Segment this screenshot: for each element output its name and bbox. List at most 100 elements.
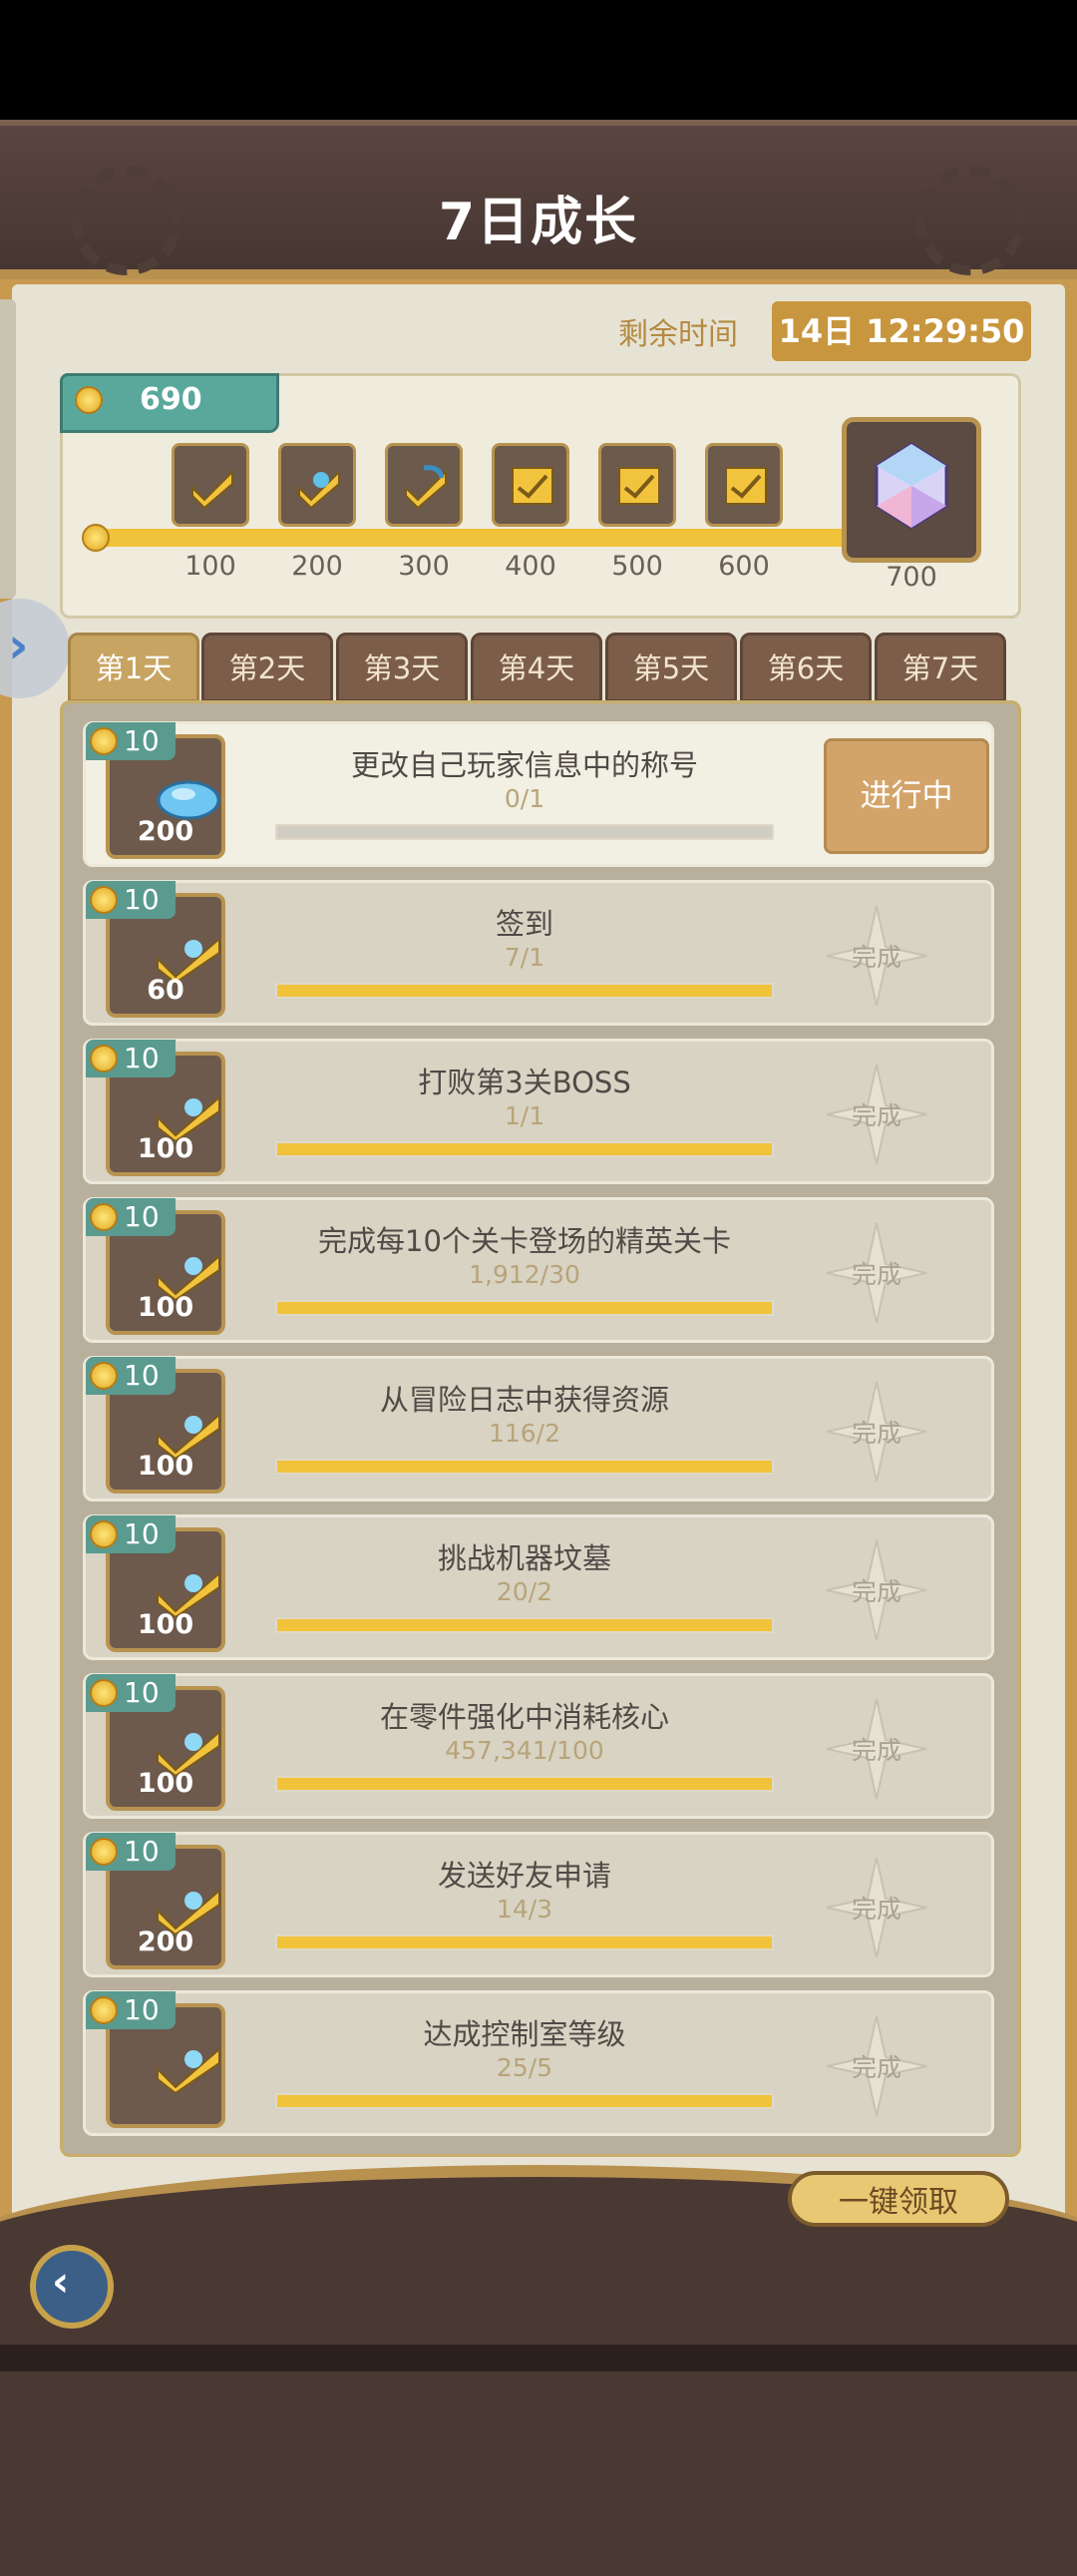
milestone-reward-6[interactable]	[705, 443, 783, 527]
task-reward-amount: 100	[137, 1609, 194, 1640]
points-badge: 10	[86, 1833, 176, 1871]
task-row: 10 100 在零件强化中消耗核心 457,341/100 完成	[83, 1673, 994, 1819]
points-badge: 10	[86, 1674, 176, 1712]
task-progress-bar	[275, 1300, 774, 1316]
task-reward-amount: 100	[137, 1133, 194, 1164]
completed-label: 完成	[851, 943, 901, 972]
task-name: 从冒险日志中获得资源	[379, 1383, 669, 1417]
task-row: 10 200 更改自己玩家信息中的称号 0/1 进行中	[83, 721, 994, 867]
coin-icon	[90, 1520, 118, 1548]
task-points: 10	[124, 1042, 160, 1074]
completed-label: 完成	[851, 1101, 901, 1130]
task-reward-amount: 200	[137, 1927, 194, 1957]
task-name: 挑战机器坟墓	[437, 1541, 611, 1575]
coin-icon	[90, 886, 118, 914]
task-row: 10 100 完成每10个关卡登场的精英关卡 1,912/30 完成	[83, 1197, 994, 1343]
points-badge: 10	[86, 881, 176, 919]
milestone-label: 400	[505, 551, 556, 582]
milestone-label: 300	[398, 551, 450, 582]
task-progress-text: 116/2	[488, 1419, 561, 1448]
task-progress-bar	[275, 1459, 774, 1475]
task-reward-amount: 100	[137, 1292, 194, 1323]
coin-icon	[82, 524, 110, 552]
task-progress-text: 0/1	[504, 784, 545, 813]
task-row: 10 200 发送好友申请 14/3 完成	[83, 1832, 994, 1977]
page-title: 7日成长	[438, 193, 639, 252]
task-name: 在零件强化中消耗核心	[379, 1700, 669, 1734]
coin-icon	[90, 1996, 118, 2024]
task-progress-bar	[275, 983, 774, 999]
task-progress-bar	[275, 1934, 774, 1950]
completed-label: 完成	[851, 1577, 901, 1606]
status-bar-area	[0, 0, 1077, 120]
task-progress-bar	[275, 2093, 774, 2109]
coin-icon	[90, 1679, 118, 1707]
task-list[interactable]: 10 200 更改自己玩家信息中的称号 0/1 进行中 10 60 签到 7/1…	[60, 700, 1021, 2157]
points-badge: 10	[86, 1040, 176, 1077]
chevron-right-icon[interactable]: ›	[8, 617, 29, 674]
completed-label: 完成	[851, 1419, 901, 1448]
milestone-reward-1[interactable]	[172, 443, 249, 527]
points-progress-bar	[94, 529, 852, 547]
final-milestone-label: 700	[886, 562, 937, 593]
ticket-icon	[512, 467, 553, 505]
milestone-reward-4[interactable]	[492, 443, 569, 527]
back-button[interactable]	[30, 2245, 114, 2329]
crystal-icon	[875, 442, 948, 530]
tab-day-7[interactable]: 第7天	[875, 633, 1006, 702]
tab-day-5[interactable]: 第5天	[605, 633, 737, 702]
tab-day-3[interactable]: 第3天	[336, 633, 468, 702]
task-progress-text: 25/5	[496, 2053, 553, 2082]
points-badge: 10	[86, 722, 176, 760]
in-progress-button[interactable]: 进行中	[824, 738, 989, 854]
milestone-label: 500	[611, 551, 663, 582]
tab-day-4[interactable]: 第4天	[471, 633, 602, 702]
tab-day-2[interactable]: 第2天	[201, 633, 333, 702]
task-name: 签到	[495, 907, 553, 941]
task-progress-bar	[275, 1617, 774, 1633]
milestone-reward-5[interactable]	[598, 443, 676, 527]
feather-ticket-icon	[405, 465, 447, 510]
task-name: 完成每10个关卡登场的精英关卡	[318, 1224, 731, 1258]
final-reward-box[interactable]	[842, 417, 981, 563]
task-points: 10	[124, 1517, 160, 1550]
coin-icon	[90, 1203, 118, 1231]
milestone-reward-3[interactable]	[385, 443, 463, 527]
milestone-label: 600	[718, 551, 770, 582]
coin-icon	[90, 1045, 118, 1073]
points-badge: 10	[86, 1991, 176, 2029]
task-row: 10 100 从冒险日志中获得资源 116/2 完成	[83, 1356, 994, 1502]
task-reward-amount: 200	[137, 816, 194, 847]
task-name: 发送好友申请	[437, 1859, 611, 1893]
task-progress-text: 20/2	[496, 1577, 553, 1606]
points-value: 690	[140, 382, 202, 417]
tab-day-6[interactable]: 第6天	[740, 633, 872, 702]
task-points: 10	[124, 1835, 160, 1868]
task-row: 10 100 打败第3关BOSS 1/1 完成	[83, 1039, 994, 1184]
task-reward-amount: 60	[147, 975, 184, 1006]
points-badge: 10	[86, 1198, 176, 1236]
task-reward-amount: 100	[137, 1768, 194, 1799]
task-progress-bar	[275, 1141, 774, 1157]
points-badge: 10	[86, 1357, 176, 1395]
side-drawer-edge[interactable]	[0, 299, 16, 599]
completed-label: 完成	[851, 1895, 901, 1924]
milestone-reward-2[interactable]	[278, 443, 356, 527]
coin-icon	[90, 727, 118, 755]
milestone-label: 100	[184, 551, 236, 582]
task-name: 打败第3关BOSS	[418, 1066, 631, 1099]
claim-all-button[interactable]: 一键领取	[788, 2171, 1009, 2227]
task-progress-bar	[275, 1776, 774, 1792]
coin-icon	[90, 1362, 118, 1390]
tab-day-1[interactable]: 第1天	[68, 633, 199, 702]
timer-value: 14日 12:29:50	[772, 301, 1031, 361]
task-points: 10	[124, 883, 160, 916]
gold-ticket-icon	[191, 469, 233, 510]
gem-ticket-icon	[298, 469, 340, 510]
coin-icon	[75, 386, 103, 414]
completed-label: 完成	[851, 1260, 901, 1289]
chevron-left-icon[interactable]: ‹	[52, 2257, 69, 2306]
task-name: 更改自己玩家信息中的称号	[350, 748, 698, 782]
completed-label: 完成	[851, 1736, 901, 1765]
ticket-icon	[618, 467, 660, 505]
